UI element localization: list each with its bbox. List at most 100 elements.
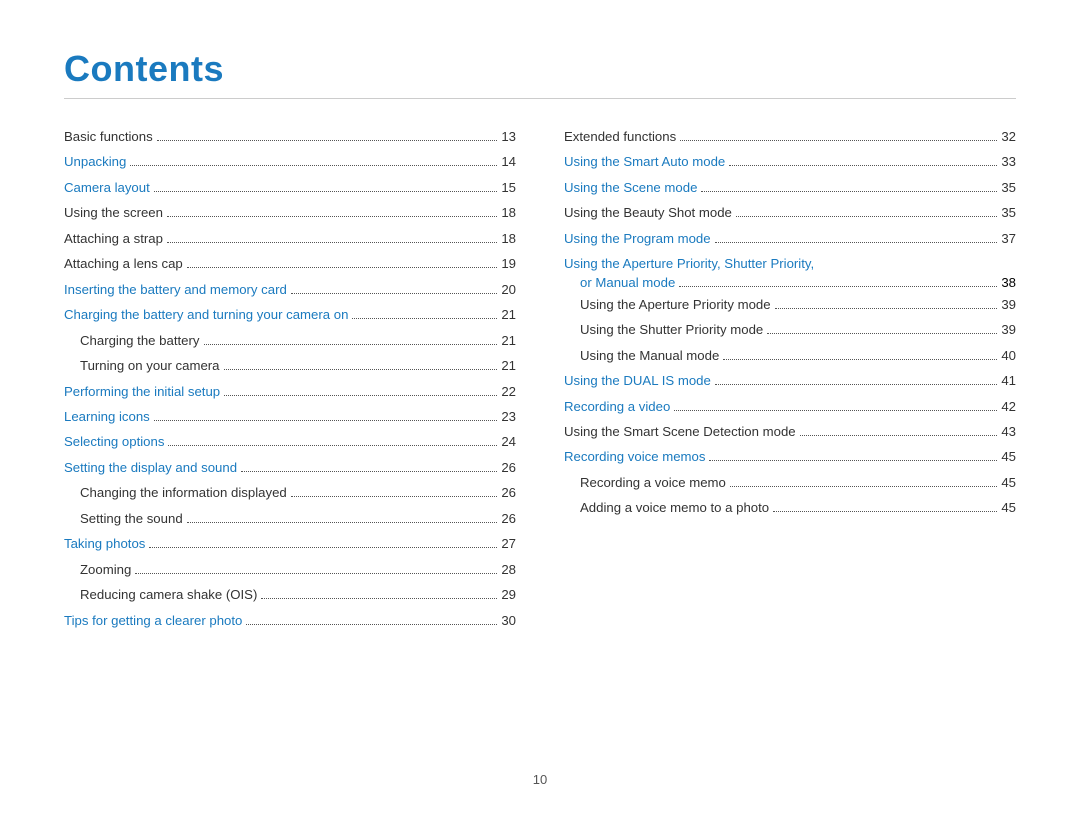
- turning-on-page: 21: [501, 356, 516, 376]
- dots: [241, 471, 497, 472]
- shutter-mode-page: 39: [1001, 320, 1016, 340]
- manual-mode-label: Using the Manual mode: [580, 346, 719, 366]
- recording-video-page: 42: [1001, 397, 1016, 417]
- basic-functions-label: Basic functions: [64, 127, 153, 147]
- dots: [715, 242, 998, 243]
- toc-item-inserting-battery[interactable]: Inserting the battery and memory card 20: [64, 280, 516, 300]
- toc-item-scene-mode[interactable]: Using the Scene mode 35: [564, 178, 1016, 198]
- shutter-mode-label: Using the Shutter Priority mode: [580, 320, 763, 340]
- toc-item-recording-voice-memos[interactable]: Recording voice memos 45: [564, 447, 1016, 467]
- toc-item-charging-battery: Charging the battery 21: [64, 331, 516, 351]
- beauty-shot-label: Using the Beauty Shot mode: [564, 203, 732, 223]
- dots: [736, 216, 997, 217]
- aperture-mode-page: 39: [1001, 295, 1016, 315]
- adding-voice-memo-label: Adding a voice memo to a photo: [580, 498, 769, 518]
- toc-item-reducing-shake: Reducing camera shake (OIS) 29: [64, 585, 516, 605]
- manual-mode-page: 40: [1001, 346, 1016, 366]
- toc-item-charging-turning[interactable]: Charging the battery and turning your ca…: [64, 305, 516, 325]
- recording-voice-memo-page: 45: [1001, 473, 1016, 493]
- toc-item-turning-on: Turning on your camera 21: [64, 356, 516, 376]
- smart-scene-page: 43: [1001, 422, 1016, 442]
- toc-item-recording-video[interactable]: Recording a video 42: [564, 397, 1016, 417]
- toc-item-unpacking[interactable]: Unpacking 14: [64, 152, 516, 172]
- aperture-priority-line2: or Manual mode 38: [564, 275, 1016, 290]
- taking-photos-label: Taking photos: [64, 534, 145, 554]
- toc-item-using-screen: Using the screen 18: [64, 203, 516, 223]
- toc-item-initial-setup[interactable]: Performing the initial setup 22: [64, 382, 516, 402]
- basic-functions-page: 13: [501, 127, 516, 147]
- dots: [767, 333, 997, 334]
- dots: [135, 573, 497, 574]
- dots: [729, 165, 997, 166]
- dots: [775, 308, 998, 309]
- dots: [168, 445, 497, 446]
- toc-item-beauty-shot: Using the Beauty Shot mode 35: [564, 203, 1016, 223]
- attaching-lens-cap-page: 19: [501, 254, 516, 274]
- smart-auto-label: Using the Smart Auto mode: [564, 152, 725, 172]
- learning-icons-label: Learning icons: [64, 407, 150, 427]
- toc-item-smart-auto[interactable]: Using the Smart Auto mode 33: [564, 152, 1016, 172]
- toc-item-selecting-options[interactable]: Selecting options 24: [64, 432, 516, 452]
- dots: [149, 547, 497, 548]
- dots: [154, 420, 498, 421]
- scene-mode-page: 35: [1001, 178, 1016, 198]
- dots: [246, 624, 497, 625]
- changing-info-page: 26: [501, 483, 516, 503]
- page-footer: 10: [0, 772, 1080, 787]
- toc-item-taking-photos[interactable]: Taking photos 27: [64, 534, 516, 554]
- page-title: Contents: [64, 48, 1016, 90]
- toc-item-tips-clearer[interactable]: Tips for getting a clearer photo 30: [64, 611, 516, 631]
- toc-item-aperture-mode: Using the Aperture Priority mode 39: [564, 295, 1016, 315]
- dots: [167, 242, 497, 243]
- beauty-shot-page: 35: [1001, 203, 1016, 223]
- program-mode-label: Using the Program mode: [564, 229, 711, 249]
- scene-mode-label: Using the Scene mode: [564, 178, 697, 198]
- toc-item-aperture-priority[interactable]: Using the Aperture Priority, Shutter Pri…: [564, 254, 1016, 289]
- zooming-page: 28: [501, 560, 516, 580]
- attaching-lens-cap-label: Attaching a lens cap: [64, 254, 183, 274]
- dots: [187, 267, 498, 268]
- setting-sound-label: Setting the sound: [80, 509, 183, 529]
- dots: [261, 598, 497, 599]
- toc-item-learning-icons[interactable]: Learning icons 23: [64, 407, 516, 427]
- inserting-battery-page: 20: [501, 280, 516, 300]
- toc-item-setting-sound: Setting the sound 26: [64, 509, 516, 529]
- reducing-shake-label: Reducing camera shake (OIS): [80, 585, 257, 605]
- toc-item-attaching-lens-cap: Attaching a lens cap 19: [64, 254, 516, 274]
- zooming-label: Zooming: [80, 560, 131, 580]
- dots: [680, 140, 997, 141]
- camera-layout-label: Camera layout: [64, 178, 150, 198]
- dots: [167, 216, 497, 217]
- learning-icons-page: 23: [501, 407, 516, 427]
- extended-functions-label: Extended functions: [564, 127, 676, 147]
- dual-is-page: 41: [1001, 371, 1016, 391]
- toc-item-setting-display[interactable]: Setting the display and sound 26: [64, 458, 516, 478]
- smart-auto-page: 33: [1001, 152, 1016, 172]
- toc-item-dual-is[interactable]: Using the DUAL IS mode 41: [564, 371, 1016, 391]
- recording-video-label: Recording a video: [564, 397, 670, 417]
- dots: [773, 511, 997, 512]
- unpacking-page: 14: [501, 152, 516, 172]
- toc-item-camera-layout[interactable]: Camera layout 15: [64, 178, 516, 198]
- toc-item-program-mode[interactable]: Using the Program mode 37: [564, 229, 1016, 249]
- dots: [130, 165, 497, 166]
- program-mode-page: 37: [1001, 229, 1016, 249]
- page: Contents Basic functions 13 Unpacking 14…: [0, 0, 1080, 815]
- inserting-battery-label: Inserting the battery and memory card: [64, 280, 287, 300]
- recording-voice-memos-page: 45: [1001, 447, 1016, 467]
- setting-display-page: 26: [501, 458, 516, 478]
- unpacking-label: Unpacking: [64, 152, 126, 172]
- using-screen-label: Using the screen: [64, 203, 163, 223]
- dots: [291, 293, 497, 294]
- dots: [701, 191, 997, 192]
- aperture-priority-label: Using the Aperture Priority, Shutter Pri…: [564, 254, 814, 274]
- toc-item-zooming: Zooming 28: [64, 560, 516, 580]
- reducing-shake-page: 29: [501, 585, 516, 605]
- dots: [224, 369, 498, 370]
- dots: [730, 486, 997, 487]
- toc-item-recording-voice-memo: Recording a voice memo 45: [564, 473, 1016, 493]
- dots: [800, 435, 998, 436]
- selecting-options-page: 24: [501, 432, 516, 452]
- setting-sound-page: 26: [501, 509, 516, 529]
- section-header-extended: Extended functions 32: [564, 127, 1016, 147]
